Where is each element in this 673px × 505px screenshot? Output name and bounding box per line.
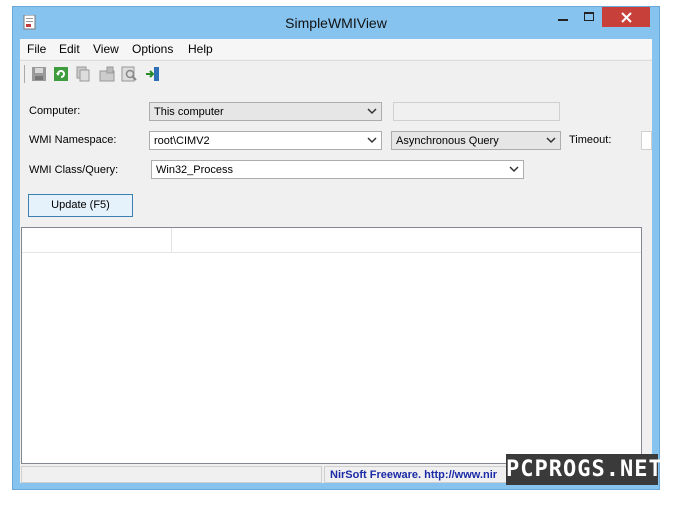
close-icon: [620, 11, 632, 23]
save-icon[interactable]: [31, 66, 47, 82]
close-button[interactable]: [602, 7, 650, 27]
menu-file[interactable]: File: [27, 42, 46, 56]
toolbar-separator: [24, 65, 25, 83]
namespace-value: root\CIMV2: [154, 135, 210, 147]
menu-help[interactable]: Help: [188, 42, 213, 56]
menu-options[interactable]: Options: [132, 42, 173, 56]
computer-label: Computer:: [29, 105, 81, 117]
minimize-button[interactable]: [550, 7, 576, 27]
maximize-icon: [584, 12, 594, 21]
copy-icon[interactable]: [75, 66, 91, 82]
timeout-label: Timeout:: [569, 134, 612, 146]
class-query-label: WMI Class/Query:: [29, 164, 119, 176]
menu-edit[interactable]: Edit: [59, 42, 80, 56]
list-column-header[interactable]: [22, 228, 172, 252]
namespace-select[interactable]: root\CIMV2: [149, 131, 382, 150]
remote-computer-field[interactable]: [393, 102, 560, 121]
toolbar: [20, 60, 652, 87]
menu-view[interactable]: View: [93, 42, 119, 56]
minimize-icon: [558, 19, 568, 21]
chevron-down-icon: [546, 137, 556, 144]
nirsoft-link[interactable]: NirSoft Freeware. http://www.nir: [330, 469, 497, 481]
computer-value: This computer: [154, 106, 224, 118]
watermark-logo: PCPROGS.NET: [506, 454, 662, 485]
find-icon[interactable]: [121, 66, 137, 82]
status-pane-left: [21, 466, 322, 483]
chevron-down-icon: [367, 108, 377, 115]
query-mode-select[interactable]: Asynchronous Query: [391, 131, 561, 150]
chevron-down-icon: [509, 166, 519, 173]
namespace-label: WMI Namespace:: [29, 134, 117, 146]
update-button[interactable]: Update (F5): [28, 194, 133, 217]
computer-select[interactable]: This computer: [149, 102, 382, 121]
title-bar[interactable]: SimpleWMIView: [13, 7, 659, 39]
client-area: File Edit View Options Help Computer: Th…: [20, 39, 652, 483]
menu-bar: File Edit View Options Help: [20, 39, 652, 59]
query-mode-value: Asynchronous Query: [396, 135, 499, 147]
class-query-value: Win32_Process: [156, 164, 234, 176]
properties-icon[interactable]: [99, 66, 115, 82]
exit-icon[interactable]: [145, 66, 161, 82]
maximize-button[interactable]: [576, 7, 602, 27]
class-query-select[interactable]: Win32_Process: [151, 160, 524, 179]
list-header: [22, 228, 641, 253]
results-list[interactable]: [21, 227, 642, 464]
timeout-field[interactable]: [641, 131, 652, 150]
chevron-down-icon: [367, 137, 377, 144]
app-window: SimpleWMIView File Edit View Options Hel…: [12, 6, 660, 490]
refresh-icon[interactable]: [53, 66, 69, 82]
